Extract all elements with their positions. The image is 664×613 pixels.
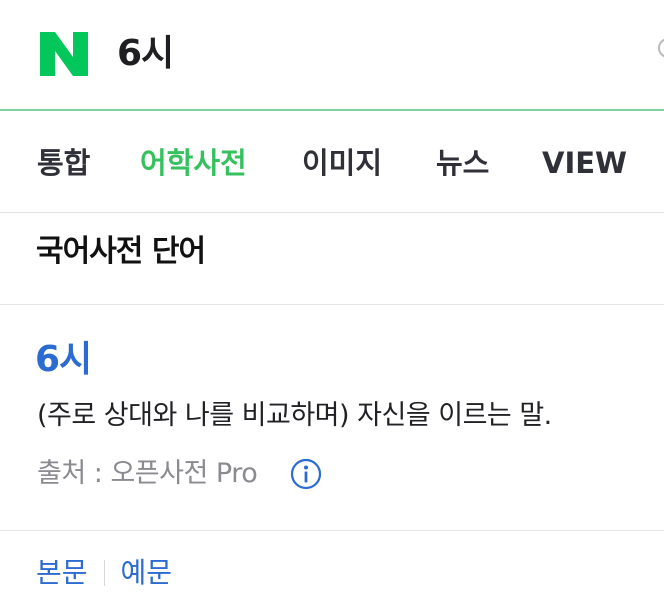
example-link[interactable]: 예문	[121, 556, 173, 589]
section-title: 국어사전 단어	[36, 234, 206, 269]
entry-word-link[interactable]: 6시	[35, 338, 92, 382]
naver-logo[interactable]	[40, 32, 88, 76]
section-divider	[0, 304, 664, 305]
tab-view[interactable]: VIEW	[542, 143, 627, 183]
link-separator	[103, 560, 105, 586]
entry-definition: (주로 상대와 나를 비교하며) 자신을 이르는 말.	[37, 400, 552, 431]
tab-integrated[interactable]: 통합	[37, 143, 90, 183]
tab-news[interactable]: 뉴스	[436, 143, 489, 183]
info-icon[interactable]	[290, 458, 322, 490]
entry-source: 출처 : 오픈사전 Pro	[37, 458, 258, 489]
tab-dictionary[interactable]: 어학사전	[140, 143, 247, 183]
main-text-link[interactable]: 본문	[36, 556, 88, 589]
search-query[interactable]: 6시	[117, 30, 174, 78]
entry-divider	[0, 530, 664, 531]
entry-links: 본문 예문	[36, 553, 172, 593]
search-clear-icon[interactable]	[658, 38, 664, 58]
tab-images[interactable]: 이미지	[302, 143, 382, 183]
search-bar: 6시	[0, 0, 664, 111]
category-tabs: 통합 어학사전 이미지 뉴스 VIEW	[0, 113, 664, 213]
